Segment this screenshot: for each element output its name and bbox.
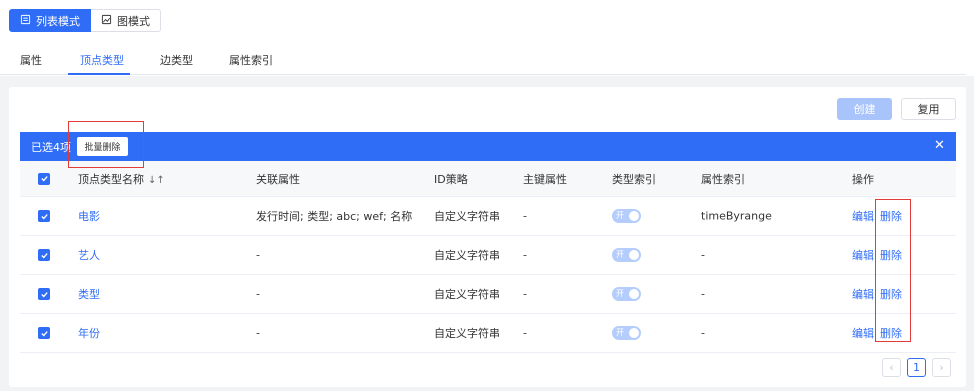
row-checkbox[interactable]	[38, 210, 50, 222]
tab-property-index[interactable]: 属性索引	[229, 52, 273, 68]
row-checkbox[interactable]	[38, 288, 50, 300]
vertex-type-card: 创建 复用 已选4项 批量删除 ✕ 顶点类型名称 ↓↑ 关联属性 ID策略 主键属…	[9, 87, 966, 387]
graph-mode-label: 图模式	[117, 14, 150, 28]
prop-index: timeByrange	[701, 209, 772, 223]
related-props: 发行时间; 类型; abc; wef; 名称	[256, 210, 413, 223]
edit-link[interactable]: 编辑	[852, 208, 874, 224]
tab-vertex-types[interactable]: 顶点类型	[80, 52, 124, 68]
list-icon	[20, 14, 31, 28]
table-row: 电影 发行时间; 类型; abc; wef; 名称 自定义字符串 - 开 tim…	[20, 197, 956, 236]
toggle-label: 开	[616, 211, 624, 220]
page-1-button[interactable]: 1	[907, 358, 926, 377]
header-actions: 操作	[852, 172, 874, 186]
annotation-highlight-delete-column	[875, 199, 911, 342]
active-tab-indicator	[68, 73, 130, 75]
primary-key: -	[523, 326, 527, 340]
reuse-button[interactable]: 复用	[901, 98, 956, 120]
id-strategy: 自定义字符串	[434, 210, 500, 223]
related-props: -	[256, 248, 260, 262]
tab-edge-types[interactable]: 边类型	[160, 52, 193, 68]
image-icon	[101, 14, 112, 28]
prop-index: -	[701, 326, 705, 340]
check-icon	[40, 330, 48, 336]
id-strategy: 自定义字符串	[434, 288, 500, 301]
id-strategy: 自定义字符串	[434, 249, 500, 262]
header-primary-key: 主键属性	[523, 172, 567, 186]
sort-icon[interactable]: ↓↑	[148, 175, 165, 186]
check-icon	[40, 252, 48, 258]
toggle-label: 开	[616, 250, 624, 259]
edit-link[interactable]: 编辑	[852, 286, 874, 302]
header-name-label: 顶点类型名称	[78, 172, 144, 186]
check-icon	[40, 176, 48, 182]
type-index-toggle[interactable]: 开	[612, 209, 641, 223]
prop-index: -	[701, 287, 705, 301]
related-props: -	[256, 287, 260, 301]
close-icon[interactable]: ✕	[934, 138, 948, 154]
view-mode-switch: 列表模式 图模式	[9, 9, 161, 32]
prev-page-button[interactable]: ‹	[882, 358, 901, 377]
vertex-name-link[interactable]: 电影	[78, 208, 100, 224]
select-all-checkbox[interactable]	[38, 172, 50, 185]
selection-bar: 已选4项 批量删除 ✕	[20, 132, 956, 161]
toggle-knob	[629, 211, 639, 221]
toggle-knob	[629, 250, 639, 260]
tab-properties[interactable]: 属性	[20, 52, 42, 68]
vertex-name-link[interactable]: 类型	[78, 286, 100, 302]
selected-count: 已选4项	[31, 141, 71, 154]
toggle-label: 开	[616, 289, 624, 298]
list-mode-button[interactable]: 列表模式	[9, 9, 91, 32]
graph-mode-button[interactable]: 图模式	[91, 9, 161, 32]
type-index-toggle[interactable]: 开	[612, 326, 641, 340]
top-panel: 列表模式 图模式 属性 顶点类型 边类型 属性索引	[0, 0, 974, 76]
primary-key: -	[523, 287, 527, 301]
vertex-name-link[interactable]: 艺人	[78, 247, 100, 263]
type-index-toggle[interactable]: 开	[612, 248, 641, 262]
prop-index: -	[701, 248, 705, 262]
table-row: 类型 - 自定义字符串 - 开 - 编辑 删除	[20, 275, 956, 314]
edit-link[interactable]: 编辑	[852, 325, 874, 341]
row-checkbox[interactable]	[38, 327, 50, 339]
header-related-props: 关联属性	[256, 172, 300, 186]
vertex-name-link[interactable]: 年份	[78, 325, 100, 341]
id-strategy: 自定义字符串	[434, 327, 500, 340]
header-id-strategy: ID策略	[434, 172, 468, 186]
row-checkbox[interactable]	[38, 249, 50, 261]
table-row: 年份 - 自定义字符串 - 开 - 编辑 删除	[20, 314, 956, 353]
next-page-button[interactable]: ›	[932, 358, 951, 377]
primary-key: -	[523, 209, 527, 223]
toggle-knob	[629, 328, 639, 338]
check-icon	[40, 291, 48, 297]
create-button[interactable]: 创建	[837, 98, 892, 120]
related-props: -	[256, 326, 260, 340]
tab-bar: 属性 顶点类型 边类型 属性索引	[0, 44, 966, 75]
list-mode-label: 列表模式	[36, 14, 80, 28]
header-prop-index: 属性索引	[701, 172, 745, 186]
table-row: 艺人 - 自定义字符串 - 开 - 编辑 删除	[20, 236, 956, 275]
primary-key: -	[523, 248, 527, 262]
toggle-label: 开	[616, 328, 624, 337]
type-index-toggle[interactable]: 开	[612, 287, 641, 301]
header-type-index: 类型索引	[612, 172, 656, 186]
toggle-knob	[629, 289, 639, 299]
check-icon	[40, 213, 48, 219]
table-header: 顶点类型名称 ↓↑ 关联属性 ID策略 主键属性 类型索引 属性索引 操作	[20, 161, 956, 197]
edit-link[interactable]: 编辑	[852, 247, 874, 263]
header-name[interactable]: 顶点类型名称 ↓↑	[78, 171, 165, 187]
annotation-highlight-batch-delete	[68, 121, 144, 168]
